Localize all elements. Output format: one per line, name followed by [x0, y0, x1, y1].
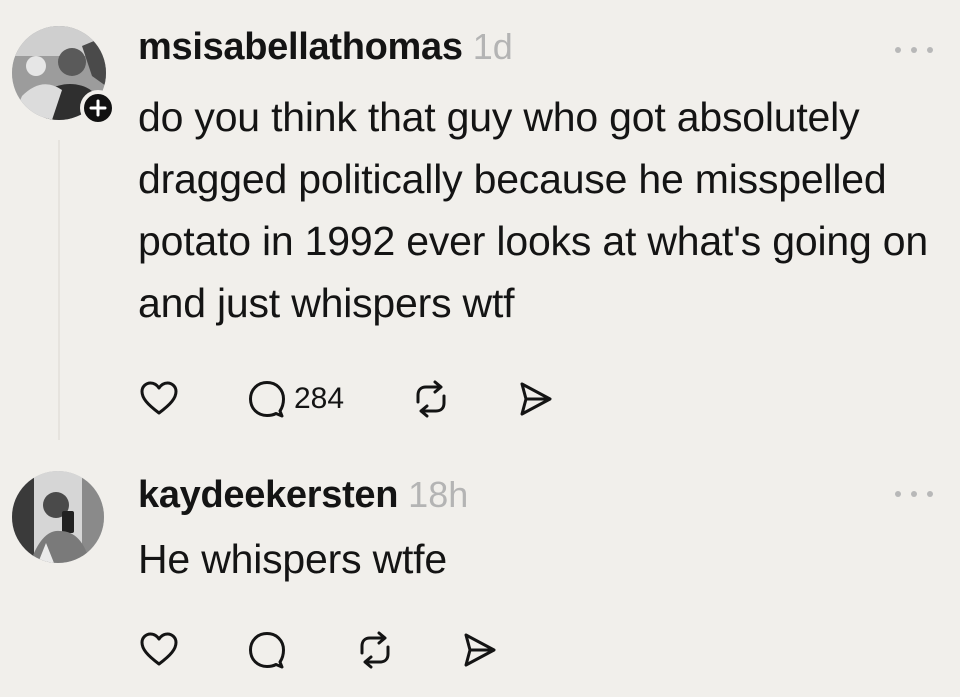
send-icon [520, 382, 552, 416]
post: kaydeekersten 18h He whispers wtfe [0, 450, 960, 697]
share-button[interactable] [514, 376, 574, 422]
post-text: do you think that guy who got absolutely… [138, 94, 928, 326]
reply-button[interactable] [246, 627, 354, 673]
reply-count: 284 [294, 382, 345, 415]
more-options-button[interactable] [892, 488, 936, 500]
more-dots-icon [895, 47, 933, 53]
share-button[interactable] [458, 627, 518, 673]
heart-icon [140, 632, 178, 666]
username[interactable]: msisabellathomas [138, 26, 463, 68]
reply-button[interactable]: 284 [246, 376, 410, 422]
plus-icon [89, 99, 107, 117]
avatar[interactable] [12, 471, 104, 563]
timestamp: 1d [472, 26, 513, 67]
post-text: He whispers wtfe [138, 536, 447, 582]
post-header: kaydeekersten 18h [138, 474, 468, 517]
repost-button[interactable] [354, 627, 458, 673]
more-options-button[interactable] [892, 44, 936, 56]
thread-line [58, 140, 60, 440]
like-button[interactable] [138, 627, 246, 673]
speech-bubble-icon [249, 381, 285, 418]
action-bar [138, 627, 518, 673]
more-dots-icon [895, 491, 933, 497]
heart-icon [140, 381, 178, 415]
follow-button[interactable] [80, 90, 116, 126]
username[interactable]: kaydeekersten [138, 474, 398, 516]
like-button[interactable] [138, 376, 246, 422]
speech-bubble-icon [249, 632, 285, 669]
timestamp: 18h [408, 474, 469, 515]
repost-button[interactable] [410, 376, 514, 422]
post-header: msisabellathomas 1d [138, 26, 513, 69]
repost-icon [416, 380, 446, 418]
repost-icon [360, 631, 390, 669]
action-bar: 284 [138, 376, 574, 422]
post: msisabellathomas 1d do you think that guy… [0, 0, 960, 450]
send-icon [464, 633, 496, 667]
